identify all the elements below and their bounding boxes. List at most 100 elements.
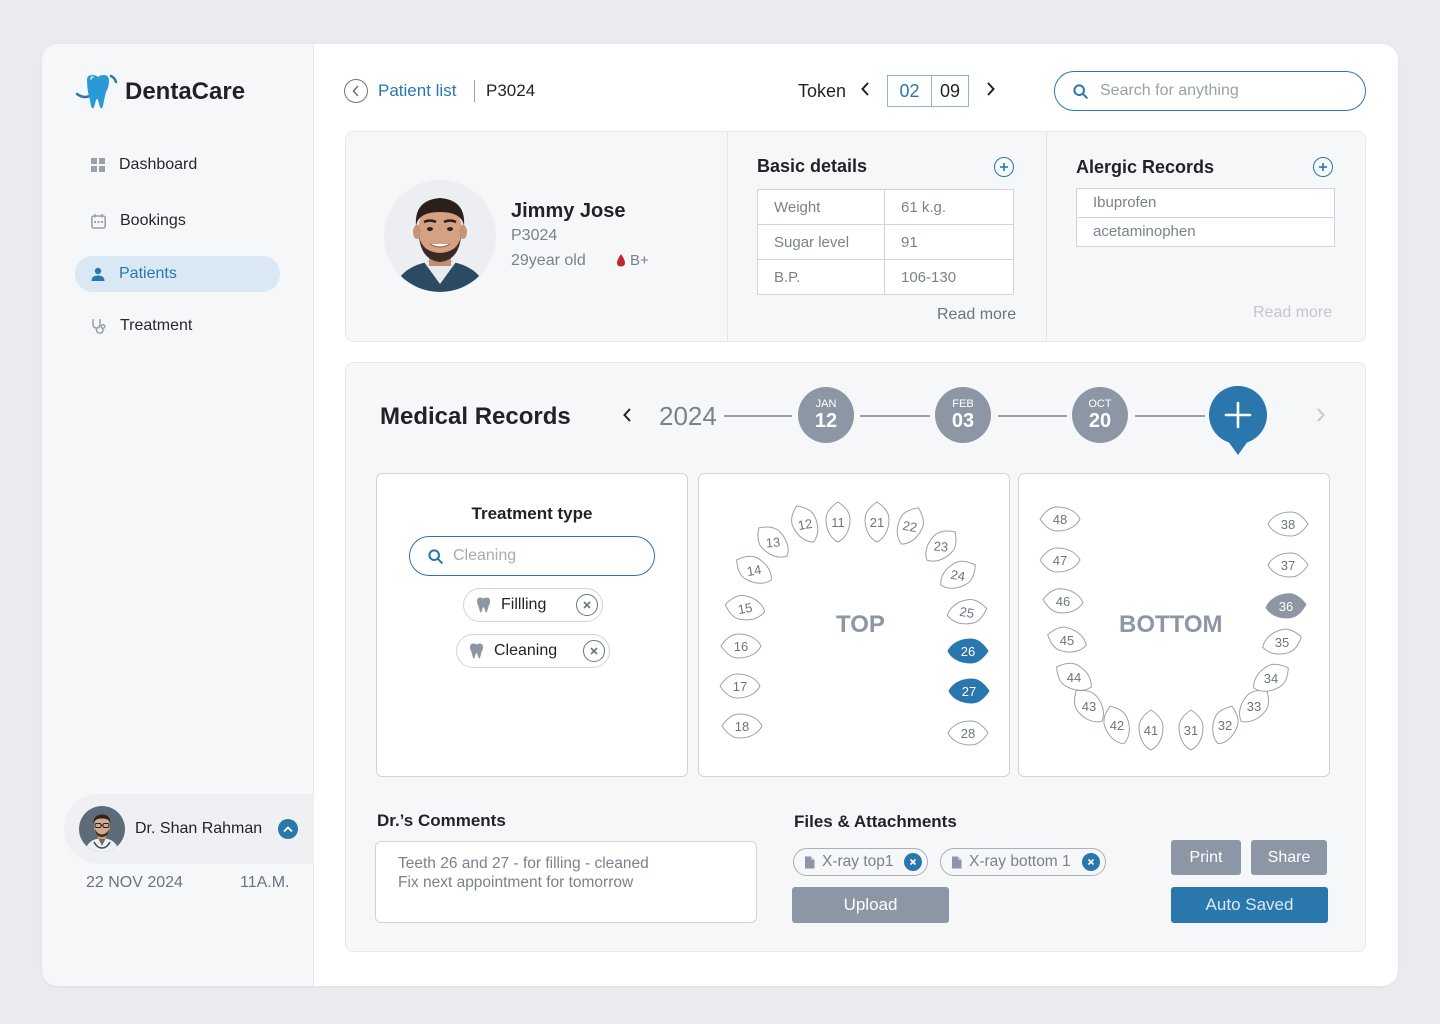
token-prev-button[interactable]	[860, 81, 870, 102]
print-button[interactable]: Print	[1171, 840, 1241, 875]
timeline-next-button[interactable]	[1316, 407, 1326, 428]
search-input[interactable]	[1100, 82, 1340, 100]
list-item: Ibuprofen	[1076, 188, 1335, 218]
tooth-24[interactable]: 24	[935, 555, 982, 596]
plus-icon	[1000, 163, 1008, 171]
tooth-21[interactable]: 21	[864, 501, 890, 543]
token-counter: 02 09	[887, 75, 969, 107]
file-icon	[805, 856, 815, 868]
tooth-18[interactable]: 18	[721, 713, 763, 739]
patient-profile-panel: Jimmy Jose P3024 29year old B+ Basic det…	[345, 131, 1366, 342]
calendar-icon	[91, 213, 106, 229]
share-button[interactable]: Share	[1251, 840, 1327, 875]
patient-avatar	[384, 180, 496, 292]
file-icon	[952, 856, 962, 868]
tooth-47[interactable]: 47	[1039, 547, 1081, 573]
sidebar-item-dashboard[interactable]: Dashboard	[75, 147, 280, 183]
back-button[interactable]	[344, 79, 368, 103]
session-date: 22 NOV 2024	[86, 874, 183, 891]
timeline-day: 20	[1088, 409, 1112, 432]
tooth-42[interactable]: 42	[1099, 702, 1135, 748]
patient-id: P3024	[511, 227, 558, 244]
jaw-bottom-chart: 31 32 3334 35 36 37 38 41 42 4344 45 46 47 48	[1039, 506, 1309, 751]
tooth-36[interactable]: 36	[1265, 592, 1307, 619]
token-next-button[interactable]	[986, 81, 996, 102]
sidebar-item-patients[interactable]: Patients	[75, 256, 280, 292]
add-allergy-button[interactable]	[1313, 157, 1333, 177]
file-chip-xray-bottom1[interactable]: X-ray bottom 1	[940, 848, 1106, 876]
tooth-37[interactable]: 37	[1267, 552, 1309, 578]
file-name: X-ray top1	[822, 853, 894, 870]
tooth-number: 34	[1264, 671, 1278, 686]
tooth-11[interactable]: 11	[825, 501, 851, 543]
tooth-25[interactable]: 25	[945, 597, 989, 628]
treatment-search-input[interactable]	[453, 547, 643, 565]
global-search[interactable]	[1054, 71, 1366, 111]
tooth-14[interactable]: 14	[731, 550, 778, 591]
tooth-48[interactable]: 48	[1039, 506, 1081, 532]
add-record-button[interactable]	[1209, 386, 1267, 456]
timeline-date-feb-03[interactable]: FEB 03	[935, 387, 991, 443]
close-icon	[909, 858, 917, 866]
sidebar: DentaCare Dashboard Bookings Patients Tr…	[42, 44, 314, 986]
blood-group-value: B+	[630, 252, 649, 269]
app-window: DentaCare Dashboard Bookings Patients Tr…	[42, 44, 1398, 986]
timeline-prev-button[interactable]	[622, 407, 632, 428]
allergic-records-read-more-link[interactable]: Read more	[1253, 304, 1332, 322]
tooth-number: 45	[1060, 633, 1074, 648]
tooth-28[interactable]: 28	[947, 720, 989, 746]
sidebar-item-label: Patients	[119, 265, 177, 282]
allergy-list: Ibuprofen acetaminophen	[1076, 188, 1335, 247]
timeline-month: OCT	[1088, 397, 1112, 410]
sidebar-item-bookings[interactable]: Bookings	[75, 203, 280, 239]
user-card[interactable]: Dr. Shan Rahman	[64, 794, 314, 864]
tooth-logo-icon	[75, 74, 118, 109]
tooth-15[interactable]: 15	[723, 593, 767, 624]
column-divider	[1046, 132, 1047, 341]
timeline-date-jan-12[interactable]: JAN 12	[798, 387, 854, 443]
brand-logo[interactable]: DentaCare	[75, 74, 245, 110]
remove-chip-button[interactable]	[583, 640, 605, 662]
comment-line: Fix next appointment for tomorrow	[398, 874, 634, 891]
main-content: Patient list P3024 Token 02 09 Search fo…	[314, 44, 1398, 986]
tooth-16[interactable]: 16	[720, 633, 762, 659]
tooth-46[interactable]: 46	[1042, 587, 1084, 614]
tooth-number: 43	[1082, 699, 1096, 714]
treatment-search[interactable]	[409, 536, 655, 576]
tooth-41[interactable]: 41	[1138, 709, 1164, 751]
sidebar-item-treatment[interactable]: Treatment	[75, 308, 280, 344]
upload-button[interactable]: Upload	[792, 887, 949, 923]
person-icon	[91, 267, 105, 281]
treatment-chip-cleaning[interactable]: Cleaning	[456, 634, 610, 668]
tooth-44[interactable]: 44	[1051, 657, 1098, 698]
remove-chip-button[interactable]	[576, 594, 598, 616]
doctor-name: Dr. Shan Rahman	[135, 820, 263, 837]
comments-textarea[interactable]: Teeth 26 and 27 - for filling - cleaned …	[375, 841, 757, 923]
tooth-26[interactable]: 26	[947, 638, 989, 664]
tooth-35[interactable]: 35	[1260, 625, 1305, 659]
breadcrumb-patient-list-link[interactable]: Patient list	[378, 81, 456, 101]
timeline-date-oct-20[interactable]: OCT 20	[1072, 387, 1128, 443]
remove-file-button[interactable]	[904, 853, 922, 871]
tooth-12[interactable]: 12	[786, 501, 825, 547]
tooth-22[interactable]: 22	[891, 503, 930, 549]
tooth-17[interactable]: 17	[719, 673, 761, 699]
chevron-left-icon	[352, 85, 359, 97]
chevron-up-icon[interactable]	[278, 819, 299, 839]
auto-saved-button[interactable]: Auto Saved	[1171, 887, 1328, 923]
tooth-38[interactable]: 38	[1267, 511, 1309, 537]
treatment-chip-filling[interactable]: Fillling	[463, 588, 603, 622]
timeline-day: 12	[814, 409, 838, 432]
tooth-27[interactable]: 27	[948, 678, 990, 704]
tooth-31[interactable]: 31	[1178, 709, 1204, 751]
add-basic-detail-button[interactable]	[994, 157, 1014, 177]
basic-details-read-more-link[interactable]: Read more	[937, 306, 1016, 324]
tooth-number: 27	[962, 684, 976, 699]
search-icon	[428, 548, 443, 564]
tooth-32[interactable]: 32	[1207, 702, 1243, 748]
file-chip-xray-top1[interactable]: X-ray top1	[793, 848, 928, 876]
treatment-type-title: Treatment type	[471, 504, 593, 523]
remove-file-button[interactable]	[1082, 853, 1100, 871]
tooth-number: 33	[1247, 699, 1261, 714]
tooth-45[interactable]: 45	[1045, 623, 1090, 657]
